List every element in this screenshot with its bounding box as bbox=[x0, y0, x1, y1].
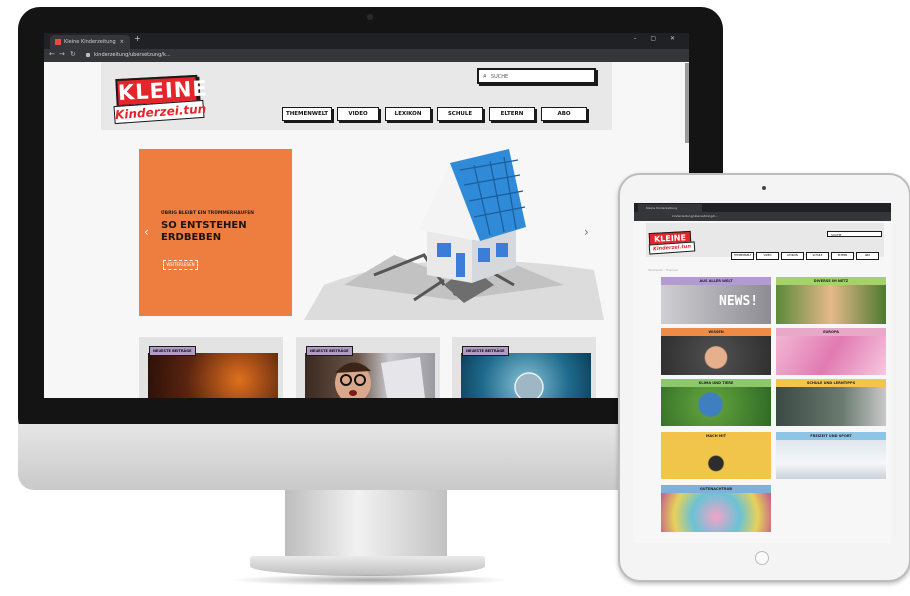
news-graphic-text: NEWS! bbox=[719, 294, 759, 309]
category-image bbox=[661, 336, 771, 375]
close-tab-icon[interactable]: × bbox=[120, 35, 124, 49]
desktop-browser-tab[interactable]: Kleine Kinderzeitung × bbox=[50, 35, 130, 49]
ipad-home-button[interactable] bbox=[755, 551, 769, 565]
hero-title-line-2: ERDBEBEN bbox=[161, 232, 222, 243]
nav-lexikon[interactable]: LEXIKON bbox=[385, 107, 431, 121]
read-more-button[interactable]: WEITERLESEN bbox=[163, 260, 198, 270]
slider-prev-icon[interactable]: ‹ bbox=[144, 225, 149, 239]
scrollbar[interactable] bbox=[685, 63, 689, 143]
tab-title: Kleine Kinderzeitung bbox=[64, 39, 116, 45]
search-icon: ⌕ bbox=[483, 72, 487, 80]
category-tile-wissen[interactable]: WISSEN bbox=[661, 328, 771, 375]
imac-stand-foot bbox=[250, 556, 485, 576]
new-tab-button[interactable]: + bbox=[134, 34, 141, 43]
tablet-search-input[interactable]: SUCHE bbox=[827, 231, 882, 237]
category-label: DIVERSE IM NETZ bbox=[776, 277, 886, 285]
category-tile-aus-aller-welt[interactable]: AUS ALLER WELT NEWS! bbox=[661, 277, 771, 324]
tablet-nav-video[interactable]: VIDEO bbox=[756, 252, 779, 260]
imac-shadow bbox=[230, 574, 510, 586]
news-card-2-image bbox=[305, 353, 435, 398]
category-tile-europa[interactable]: EUROPA bbox=[776, 328, 886, 375]
surprised-boy-laptop-image bbox=[335, 357, 425, 398]
category-image bbox=[776, 387, 886, 426]
tablet-tab-strip: Kleine Kinderzeitung bbox=[634, 203, 891, 212]
news-card-3-image bbox=[461, 353, 591, 398]
category-label: EUROPA bbox=[776, 328, 886, 336]
category-label: FREIZEIT UND SPORT bbox=[776, 432, 886, 440]
lock-icon bbox=[86, 52, 90, 57]
forward-icon[interactable]: → bbox=[59, 50, 65, 58]
earth-bubble-image bbox=[514, 372, 544, 398]
desktop-tab-strip: Kleine Kinderzeitung × + – ▢ ✕ bbox=[44, 33, 689, 49]
favicon-icon bbox=[55, 38, 61, 45]
tablet-address-bar[interactable]: kinderzeitung/ubersetzung/k... bbox=[634, 212, 891, 221]
nav-video[interactable]: VIDEO bbox=[337, 107, 379, 121]
search-input[interactable]: ⌕ SUCHE bbox=[477, 68, 596, 84]
category-label: GUTENACHTRUB bbox=[661, 485, 771, 493]
nav-themenwelt[interactable]: THEMENWELT bbox=[282, 107, 332, 121]
tablet-breadcrumb[interactable]: Startseite › Themen bbox=[648, 268, 678, 272]
category-image: NEWS! bbox=[661, 285, 771, 324]
news-card-2-badge: NEUESTE BEITRÄGE bbox=[306, 346, 353, 356]
news-card-1-image bbox=[148, 353, 278, 398]
nav-abo[interactable]: ABO bbox=[541, 107, 587, 121]
imac-camera bbox=[367, 14, 373, 20]
category-tile-gutenachtrub[interactable]: GUTENACHTRUB bbox=[661, 485, 771, 532]
category-image bbox=[776, 285, 886, 324]
tablet-nav-lexikon[interactable]: LEXIKON bbox=[781, 252, 804, 260]
category-tile-diverse-im-netz[interactable]: DIVERSE IM NETZ bbox=[776, 277, 886, 324]
back-icon[interactable]: ← bbox=[49, 50, 55, 58]
search-placeholder: SUCHE bbox=[490, 74, 509, 80]
category-tile-mach-mit[interactable]: MACH MIT bbox=[661, 432, 771, 479]
tablet-nav-themenwelt[interactable]: THEMENWELT bbox=[731, 252, 754, 260]
desktop-address-bar: ← → ↻ kinderzeitung/ubersetzung/k... bbox=[44, 49, 689, 62]
hero-kicker: ÜBRIG BLEIBT EIN TRÜMMERHAUFEN bbox=[161, 211, 255, 216]
imac-stand-neck bbox=[285, 490, 447, 560]
reload-icon[interactable]: ↻ bbox=[70, 50, 76, 58]
tablet-nav-eltern[interactable]: ELTERN bbox=[831, 252, 854, 260]
hero-title[interactable]: SO ENTSTEHEN ERDBEBEN bbox=[161, 220, 247, 244]
category-image bbox=[776, 336, 886, 375]
category-label: WISSEN bbox=[661, 328, 771, 336]
news-card-1-badge: NEUESTE BEITRÄGE bbox=[149, 346, 196, 356]
tablet-browser-tab[interactable]: Kleine Kinderzeitung bbox=[638, 204, 702, 212]
category-tile-freizeit-und-sport[interactable]: FREIZEIT UND SPORT bbox=[776, 432, 886, 479]
tablet-screen: Kleine Kinderzeitung kinderzeitung/ubers… bbox=[634, 203, 891, 543]
hero-title-line-1: SO ENTSTEHEN bbox=[161, 220, 247, 231]
earthquake-house-image bbox=[304, 149, 604, 320]
url-text: kinderzeitung/ubersetzung/k... bbox=[94, 52, 171, 58]
category-tile-schule-und-lerntipps[interactable]: SCHULE UND LERNTIPPS bbox=[776, 379, 886, 426]
category-image bbox=[661, 440, 771, 479]
category-label: MACH MIT bbox=[661, 432, 771, 440]
nav-eltern[interactable]: ELTERN bbox=[489, 107, 535, 121]
category-image bbox=[661, 493, 771, 532]
category-label: AUS ALLER WELT bbox=[661, 277, 771, 285]
desktop-screen: Kleine Kinderzeitung × + – ▢ ✕ ← → ↻ kin… bbox=[44, 33, 689, 398]
tablet-nav-schule[interactable]: SCHULE bbox=[806, 252, 829, 260]
category-image bbox=[776, 440, 886, 479]
news-card-3-badge: NEUESTE BEITRÄGE bbox=[462, 346, 509, 356]
category-image bbox=[661, 387, 771, 426]
category-label: KLIMA UND TIERE bbox=[661, 379, 771, 387]
ipad-camera bbox=[762, 186, 766, 190]
window-controls[interactable]: – ▢ ✕ bbox=[633, 35, 681, 42]
url-field[interactable]: kinderzeitung/ubersetzung/k... bbox=[86, 51, 171, 60]
category-label: SCHULE UND LERNTIPPS bbox=[776, 379, 886, 387]
tablet-nav-abo[interactable]: ABO bbox=[856, 252, 879, 260]
category-tile-klima-und-tiere[interactable]: KLIMA UND TIERE bbox=[661, 379, 771, 426]
nav-schule[interactable]: SCHULE bbox=[437, 107, 483, 121]
